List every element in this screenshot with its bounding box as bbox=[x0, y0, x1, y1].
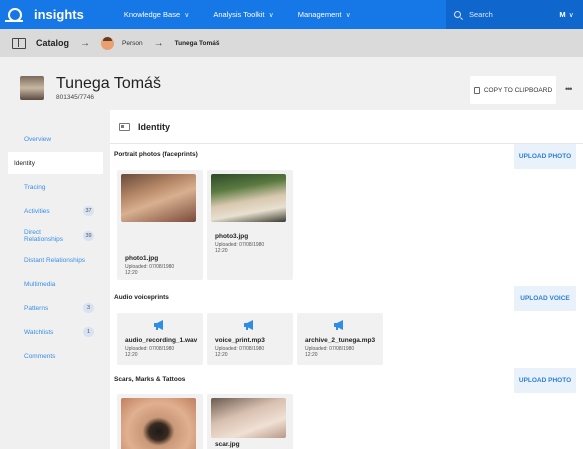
file-name: audio_recording_1.wav bbox=[125, 337, 198, 344]
top-navigation: insights Knowledge Base ∨ Analysis Toolk… bbox=[0, 0, 583, 29]
profile-header: Tunega Tomáš 801345/7746 COPY TO CLIPBOA… bbox=[0, 57, 583, 117]
count-badge: 37 bbox=[83, 206, 94, 216]
sidebar: Overview Identity Tracing Activities 37 … bbox=[0, 117, 110, 449]
sidebar-item-watchlists[interactable]: Watchlists 1 bbox=[10, 322, 102, 342]
megaphone-icon bbox=[154, 320, 163, 330]
chevron-down-icon: ∨ bbox=[268, 12, 274, 19]
sidebar-item-patterns[interactable]: Patterns 3 bbox=[10, 298, 102, 318]
breadcrumb-catalog[interactable]: Catalog bbox=[36, 38, 69, 48]
profile-id: 801345/7746 bbox=[56, 94, 94, 101]
sidebar-item-overview[interactable]: Overview bbox=[10, 129, 102, 149]
user-menu[interactable]: M ∨ bbox=[550, 0, 583, 29]
person-avatar-icon bbox=[101, 36, 115, 50]
chevron-down-icon: ∨ bbox=[184, 12, 190, 19]
breadcrumb-person[interactable]: Person bbox=[122, 40, 143, 47]
profile-photo bbox=[20, 76, 44, 100]
sidebar-item-label: Distant Relationships bbox=[24, 256, 86, 264]
brand-logo[interactable]: insights bbox=[5, 7, 84, 22]
audio-section-title: Audio voiceprints bbox=[114, 294, 169, 301]
sidebar-item-label: Tracing bbox=[24, 183, 46, 191]
chevron-down-icon: ∨ bbox=[568, 11, 574, 19]
main-panel: Identity Portrait photos (faceprints) UP… bbox=[110, 110, 583, 449]
sidebar-item-label: Patterns bbox=[24, 304, 49, 312]
upload-photo-button[interactable]: UPLOAD PHOTO bbox=[514, 368, 576, 393]
sidebar-item-label: Comments bbox=[24, 352, 56, 360]
count-badge: 39 bbox=[83, 231, 94, 241]
copy-to-clipboard-button[interactable]: COPY TO CLIPBOARD bbox=[470, 76, 556, 104]
sidebar-item-direct-relationships[interactable]: Direct Relationships 39 bbox=[10, 225, 102, 247]
sidebar-item-label: Activities bbox=[24, 207, 50, 215]
file-time: 12:20 bbox=[125, 352, 138, 358]
upload-voice-button[interactable]: UPLOAD VOICE bbox=[514, 286, 576, 311]
sidebar-item-tracing[interactable]: Tracing bbox=[10, 177, 102, 197]
file-name: photo3.jpg bbox=[215, 233, 249, 240]
photo-card[interactable]: photo3.jpg Uploaded: 07/08/1980 12:20 bbox=[207, 170, 293, 280]
sidebar-item-label: Direct Relationships bbox=[24, 229, 64, 243]
scars-section-title: Scars, Marks & Tattoos bbox=[114, 376, 186, 383]
nav-management-label: Management bbox=[297, 10, 342, 19]
search-input[interactable]: Search bbox=[446, 0, 550, 29]
photo-card[interactable] bbox=[117, 394, 203, 449]
arrow-right-icon: → bbox=[80, 37, 91, 49]
brand-name: insights bbox=[34, 7, 84, 22]
id-card-icon bbox=[119, 123, 130, 131]
sidebar-item-multimedia[interactable]: Multimedia bbox=[10, 274, 102, 294]
breadcrumb: Catalog → Person → Tunega Tomáš bbox=[0, 29, 583, 57]
file-time: 12:20 bbox=[215, 352, 228, 358]
section-header: Identity bbox=[119, 122, 170, 132]
scar-photo-thumbnail bbox=[211, 398, 286, 438]
nav-analysis-toolkit-label: Analysis Toolkit bbox=[213, 10, 265, 19]
count-badge: 1 bbox=[83, 327, 94, 337]
tattoo-photo-thumbnail bbox=[121, 398, 196, 449]
nav-knowledge-base[interactable]: Knowledge Base ∨ bbox=[124, 10, 190, 19]
file-time: 12:20 bbox=[305, 352, 318, 358]
nav-management[interactable]: Management ∨ bbox=[298, 10, 351, 19]
divider bbox=[110, 143, 583, 144]
file-name: archive_2_tunega.mp3 bbox=[305, 337, 376, 344]
insights-logo-icon bbox=[5, 7, 23, 22]
nav-analysis-toolkit[interactable]: Analysis Toolkit ∨ bbox=[213, 10, 273, 19]
megaphone-icon bbox=[244, 320, 253, 330]
audio-card[interactable]: archive_2_tunega.mp3 Uploaded: 07/08/198… bbox=[297, 313, 383, 365]
file-name: voice_print.mp3 bbox=[215, 337, 265, 344]
upload-photo-button[interactable]: UPLOAD PHOTO bbox=[514, 144, 576, 169]
audio-card[interactable]: audio_recording_1.wav Uploaded: 07/08/19… bbox=[117, 313, 203, 365]
breadcrumb-current: Tunega Tomáš bbox=[174, 39, 220, 47]
photo-card[interactable]: photo1.jpg Uploaded: 07/08/1980 12:20 bbox=[117, 170, 203, 280]
sidebar-item-comments[interactable]: Comments bbox=[10, 346, 102, 366]
photo-thumbnail bbox=[211, 174, 286, 222]
photo-thumbnail bbox=[121, 174, 196, 222]
count-badge: 3 bbox=[83, 303, 94, 313]
nav-knowledge-base-label: Knowledge Base bbox=[123, 10, 181, 19]
profile-name: Tunega Tomáš bbox=[56, 75, 161, 92]
portrait-section-title: Portrait photos (faceprints) bbox=[114, 151, 198, 158]
sidebar-item-distant-relationships[interactable]: Distant Relationships bbox=[10, 250, 102, 270]
search-placeholder: Search bbox=[469, 10, 493, 19]
photo-card[interactable]: scar.jpg bbox=[207, 394, 293, 449]
audio-card[interactable]: voice_print.mp3 Uploaded: 07/08/1980 12:… bbox=[207, 313, 293, 365]
copy-to-clipboard-label: COPY TO CLIPBOARD bbox=[483, 86, 553, 94]
clipboard-icon bbox=[473, 86, 480, 94]
file-name: photo1.jpg bbox=[125, 255, 159, 262]
sidebar-item-label: Overview bbox=[24, 135, 52, 143]
chevron-down-icon: ∨ bbox=[345, 12, 351, 19]
more-options-button[interactable]: ••• bbox=[565, 84, 573, 94]
file-time: 12:20 bbox=[215, 248, 228, 254]
arrow-right-icon: → bbox=[153, 37, 164, 49]
book-icon bbox=[12, 37, 26, 49]
page-title: Identity bbox=[138, 122, 171, 132]
file-name: scar.jpg bbox=[215, 441, 240, 448]
file-time: 12:20 bbox=[125, 270, 138, 276]
sidebar-item-label: Multimedia bbox=[24, 280, 56, 288]
search-icon bbox=[454, 11, 461, 18]
sidebar-item-label: Watchlists bbox=[24, 328, 54, 336]
user-initial: M bbox=[559, 10, 566, 19]
megaphone-icon bbox=[334, 320, 343, 330]
sidebar-item-activities[interactable]: Activities 37 bbox=[10, 201, 102, 221]
sidebar-item-identity[interactable]: Identity bbox=[8, 152, 103, 174]
sidebar-item-label: Identity bbox=[14, 159, 35, 167]
